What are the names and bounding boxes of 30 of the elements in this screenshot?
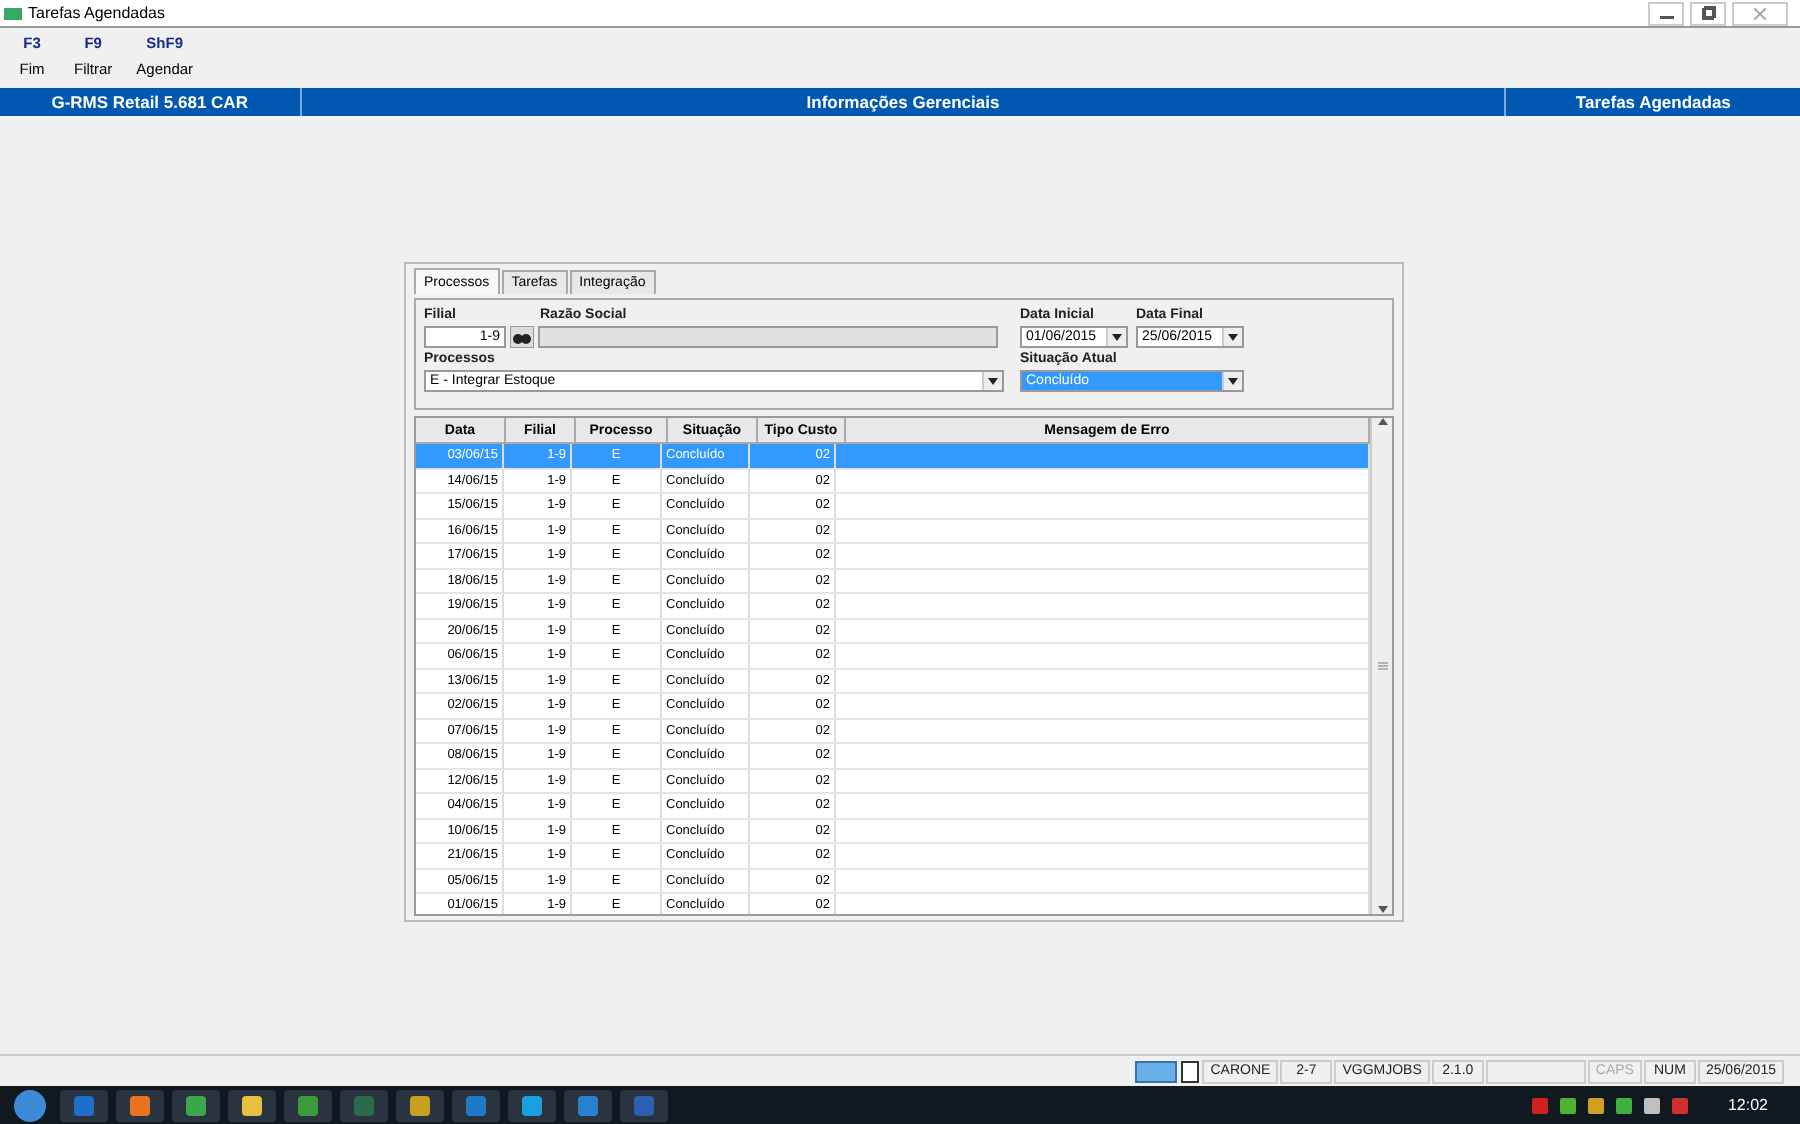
scroll-up-icon[interactable] [1377,418,1387,426]
taskbar-app-icon[interactable] [116,1089,164,1121]
caret-icon [1228,333,1238,341]
caret-icon [1112,333,1122,341]
taskbar-app-icon[interactable] [396,1089,444,1121]
screen-name: Tarefas Agendadas [1575,92,1731,112]
app-name: G-RMS Retail 5.681 CAR [51,92,248,112]
scrollbar[interactable] [1370,418,1392,914]
caret-icon [1228,377,1238,385]
binoculars-icon[interactable] [510,326,534,348]
clock: 12:02 [1727,1096,1768,1114]
minimize-button[interactable] [1648,1,1684,25]
app-icon [4,7,22,19]
module-name: Informações Gerenciais [806,92,1000,112]
scroll-down-icon[interactable] [1377,906,1387,914]
taskbar-app-icon[interactable] [284,1089,332,1121]
status-panel [1485,1059,1586,1083]
clipboard-icon [1180,1059,1201,1083]
close-icon [1754,7,1766,19]
caret-icon [988,377,998,385]
taskbar-app-icon[interactable] [564,1089,612,1121]
restore-icon [1701,6,1715,20]
taskbar-app-icon[interactable] [228,1089,276,1121]
scroll-thumb-icon[interactable] [1377,662,1387,670]
start-button[interactable] [8,1087,52,1123]
window-title: Tarefas Agendadas [28,4,167,22]
network-icon [1134,1059,1179,1083]
restore-button[interactable] [1690,1,1726,25]
taskbar-app-icon[interactable] [172,1089,220,1121]
taskbar-app-icon[interactable] [508,1089,556,1121]
